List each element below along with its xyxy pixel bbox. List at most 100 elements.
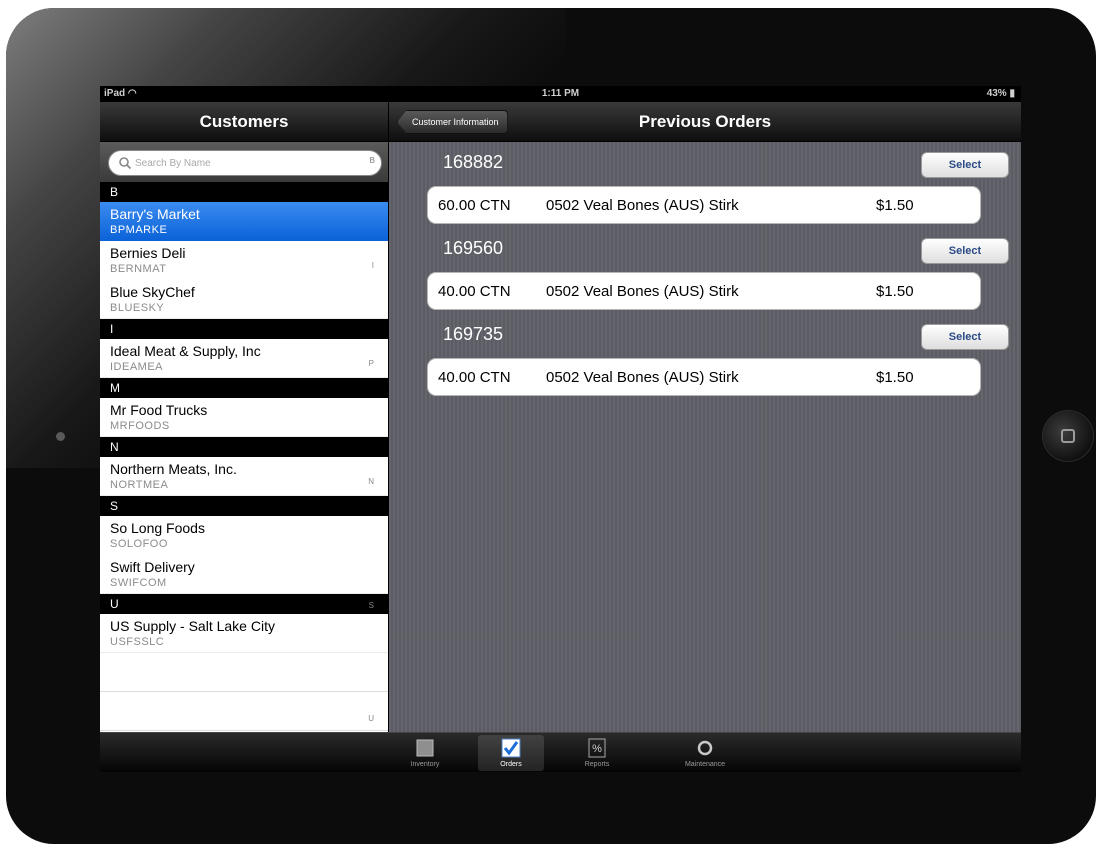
empty-row: U (100, 692, 388, 731)
order-quantity: 60.00 CTN (438, 197, 511, 214)
order-number: 168882 (443, 152, 504, 172)
customer-code: MRFOODS (110, 420, 170, 432)
percent-icon: % (588, 738, 606, 758)
battery-icon: ▮ (1009, 88, 1015, 99)
customer-code: BLUESKY (110, 302, 165, 314)
tab-orders[interactable]: Orders (478, 735, 544, 771)
section-letter: U (110, 597, 119, 611)
order-block: 169735 Select 40.00 CTN 0502 Veal Bones (AU… (389, 320, 1021, 406)
order-price: $1.50 (876, 283, 914, 300)
customer-code: BPMARKE (110, 224, 168, 236)
index-letter[interactable]: S (369, 596, 374, 616)
order-quantity: 40.00 CTN (438, 283, 511, 300)
select-order-button[interactable]: Select (921, 324, 1009, 350)
select-order-button[interactable]: Select (921, 152, 1009, 178)
customers-title: Customers (100, 102, 388, 142)
section-letter: I (110, 322, 114, 336)
index-letter[interactable]: B (370, 156, 375, 165)
tab-bar: Inventory Orders% Reports Maintenance (100, 732, 1021, 772)
customer-row[interactable]: Bernies Deli BERNMAT I (100, 241, 388, 280)
home-button[interactable] (1042, 410, 1094, 462)
customer-name: Mr Food Trucks (110, 402, 208, 418)
order-block: 168882 Select 60.00 CTN 0502 Veal Bones (AU… (389, 148, 1021, 234)
orders-nav-bar: Previous Orders Customer Information (389, 102, 1021, 142)
tab-label: Maintenance (684, 761, 726, 768)
customer-name: Bernies Deli (110, 245, 186, 261)
customer-code: NORTMEA (110, 479, 169, 491)
order-number: 169735 (443, 324, 504, 344)
tab-label: Inventory (410, 761, 440, 768)
empty-row (100, 653, 388, 692)
checkmark-icon (501, 738, 521, 758)
customer-row[interactable]: So Long Foods SOLOFOO (100, 516, 388, 555)
customer-row[interactable]: Blue SkyChef BLUESKY (100, 280, 388, 319)
section-header: N (100, 437, 388, 457)
customer-row[interactable]: Swift Delivery SWIFCOM (100, 555, 388, 594)
customer-row[interactable]: Mr Food Trucks MRFOODS (100, 398, 388, 437)
search-input[interactable] (135, 154, 365, 172)
battery-percent: 43% (986, 88, 1007, 99)
order-description: 0502 Veal Bones (AUS) Stirk (546, 197, 739, 214)
section-header: US (100, 594, 388, 614)
order-description: 0502 Veal Bones (AUS) Stirk (546, 369, 739, 386)
tab-label: Reports (584, 761, 610, 768)
order-line-item[interactable]: 60.00 CTN 0502 Veal Bones (AUS) Stirk $1.5… (427, 186, 981, 224)
section-letter: M (110, 381, 120, 395)
section-header: S (100, 496, 388, 516)
customer-name: Ideal Meat & Supply, Inc (110, 343, 261, 359)
customer-code: IDEAMEA (110, 361, 164, 373)
order-price: $1.50 (876, 369, 914, 386)
section-letter: N (110, 440, 119, 454)
orders-pane: Previous Orders Customer Information 168… (389, 102, 1021, 732)
home-square-icon (1061, 429, 1075, 443)
tab-inventory[interactable]: Inventory (392, 735, 458, 771)
customer-name: Blue SkyChef (110, 284, 195, 300)
customers-pane: Customers B B Barry's Market BPMARKE Bernie… (100, 102, 388, 732)
customer-code: BERNMAT (110, 263, 167, 275)
status-time: 1:11 PM (541, 88, 580, 99)
index-letter[interactable]: P (369, 359, 374, 368)
customer-row[interactable]: US Supply - Salt Lake City USFSSLC (100, 614, 388, 653)
customer-code: USFSSLC (110, 636, 165, 648)
order-quantity: 40.00 CTN (438, 369, 511, 386)
section-letter: S (110, 499, 119, 513)
customer-information-back-button[interactable]: Customer Information (397, 110, 508, 134)
status-bar: iPad ◠ 1:11 PM 43% ▮ (100, 86, 1021, 102)
customer-row-selected[interactable]: Barry's Market BPMARKE (100, 202, 388, 241)
customer-name: Swift Delivery (110, 559, 195, 575)
screen: iPad ◠ 1:11 PM 43% ▮ Customers B B Barry'… (100, 86, 1021, 772)
customer-code: SOLOFOO (110, 538, 168, 550)
index-letter[interactable]: I (372, 261, 374, 270)
order-line-item[interactable]: 40.00 CTN 0502 Veal Bones (AUS) Stirk $1.5… (427, 272, 981, 310)
index-letter[interactable]: N (368, 477, 374, 486)
customer-row[interactable]: Northern Meats, Inc. NORTMEA N (100, 457, 388, 496)
customer-list: B Barry's Market BPMARKE Bernies Deli BERNMA… (100, 182, 388, 732)
box-icon (416, 739, 434, 757)
index-letter[interactable]: U (368, 714, 374, 723)
customer-name: So Long Foods (110, 520, 205, 536)
section-header: M (100, 378, 388, 398)
camera-icon (56, 432, 65, 441)
select-order-button[interactable]: Select (921, 238, 1009, 264)
tab-maintenance[interactable]: Maintenance (672, 735, 738, 771)
customer-name: US Supply - Salt Lake City (110, 618, 275, 634)
search-box[interactable]: B (108, 150, 382, 176)
customer-name: Barry's Market (110, 206, 200, 222)
order-description: 0502 Veal Bones (AUS) Stirk (546, 283, 739, 300)
section-letter: B (110, 185, 119, 199)
order-block: 169560 Select 40.00 CTN 0502 Veal Bones (AU… (389, 234, 1021, 320)
svg-text:%: % (592, 743, 602, 755)
tab-reports[interactable]: % Reports (564, 735, 630, 771)
customer-name: Northern Meats, Inc. (110, 461, 237, 477)
order-number: 169560 (443, 238, 504, 258)
tab-label: Orders (500, 761, 522, 768)
customer-code: SWIFCOM (110, 577, 167, 589)
section-header: I (100, 319, 388, 339)
search-bar: B (100, 142, 388, 182)
search-icon (119, 157, 132, 170)
customer-row[interactable]: Ideal Meat & Supply, Inc IDEAMEA P (100, 339, 388, 378)
order-line-item[interactable]: 40.00 CTN 0502 Veal Bones (AUS) Stirk $1.5… (427, 358, 981, 396)
gear-icon (697, 740, 713, 756)
section-header: B (100, 182, 388, 202)
status-battery: 43% ▮ (987, 88, 1015, 99)
